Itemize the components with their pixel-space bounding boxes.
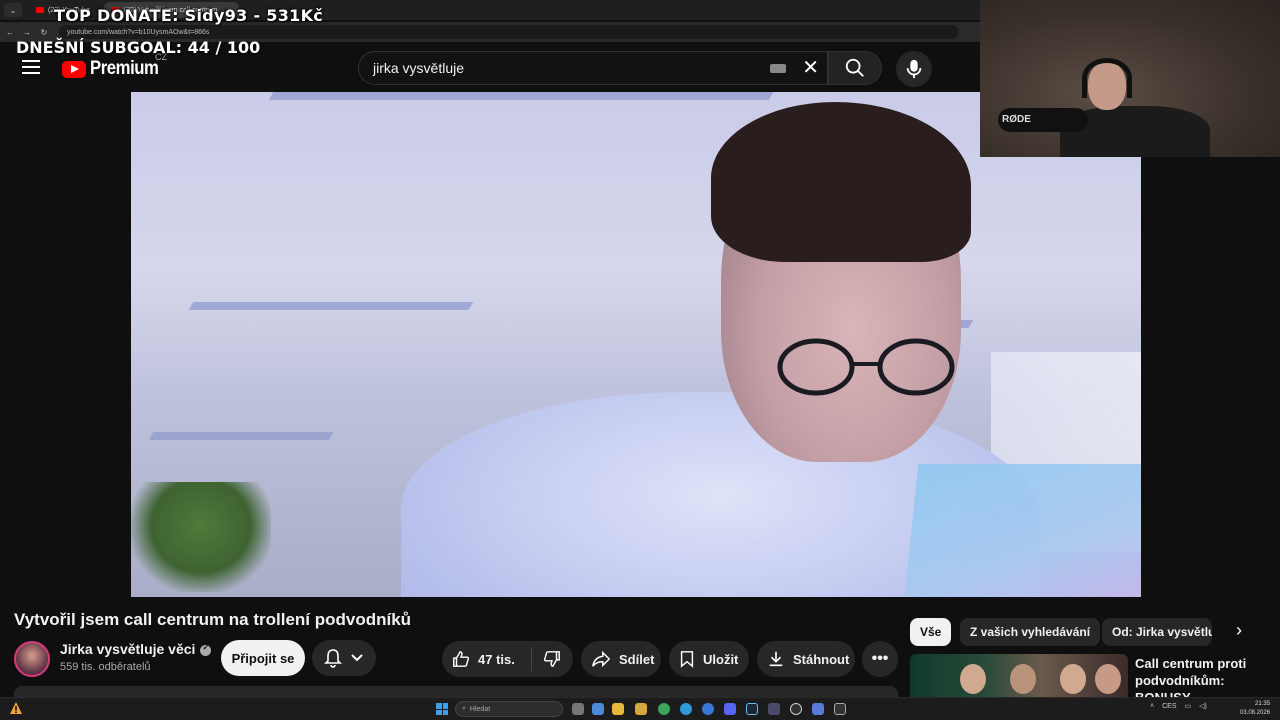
bell-icon [324,649,342,668]
search-value: jirka vysvětluje [373,60,465,76]
share-label: Sdílet [619,651,655,667]
video-frame-detail [903,464,1141,597]
verified-icon [200,643,212,656]
search-button[interactable] [828,51,882,85]
app-icon[interactable] [702,703,714,715]
subgoal-overlay: DNEŠNÍ SUBGOAL: 44 / 100 [16,38,261,57]
keyboard-icon[interactable] [770,63,787,73]
share-button[interactable]: Sdílet [581,641,661,677]
steam-icon[interactable] [746,703,758,715]
chevron-down-icon [351,654,363,662]
windows-taskbar: ⌕ Hledat ˄ CES ▭ ◁) 21:35 03.08.2026 [0,697,1280,720]
like-count: 47 tis. [478,651,515,667]
video-frame-detail [777,338,955,396]
thumbnail-detail [1060,664,1086,694]
url-field[interactable]: youtube.com/watch?v=b10UysmAOw&t=866s [59,25,959,39]
channel-avatar[interactable] [14,641,50,677]
youtube-play-icon [62,60,86,78]
download-label: Stáhnout [793,651,850,667]
video-player[interactable] [131,92,1141,597]
menu-icon[interactable] [22,60,40,74]
file-explorer-icon[interactable] [612,703,624,715]
volume-icon[interactable]: ◁) [1199,702,1207,710]
notification-button[interactable] [312,640,376,676]
video-title: Vytvořil jsem call centrum na trollení p… [14,610,412,629]
more-icon: ••• [871,650,889,667]
taskbar-search[interactable]: ⌕ Hledat [455,701,563,717]
edge-icon[interactable] [680,703,692,715]
obs-icon[interactable] [790,703,802,715]
files-icon[interactable] [635,703,647,715]
microphone-icon [906,59,922,79]
like-button[interactable]: 47 tis. [442,647,532,671]
thumbs-up-icon [453,651,470,667]
video-frame-detail [268,92,774,100]
more-actions-button[interactable]: ••• [862,641,898,677]
warning-icon[interactable] [9,701,23,715]
mic-brand-label: RØDE [1002,114,1031,125]
thumbnail-detail [1010,664,1036,694]
windows-start-icon[interactable] [436,703,448,715]
share-icon [592,650,611,668]
thumbs-down-icon [543,651,560,667]
url-text: youtube.com/watch?v=b10UysmAOw&t=866s [67,28,210,36]
network-icon[interactable]: ▭ [1185,702,1192,710]
thumbnail-detail [960,664,986,694]
clear-search-icon[interactable]: ✕ [802,58,819,78]
tab-list-button[interactable]: ⌄ [4,3,22,17]
channel-name-text: Jirka vysvětluje věci [60,641,196,657]
video-frame-detail [148,432,334,440]
forward-icon[interactable]: → [20,28,34,37]
webcam-overlay: RØDE [980,0,1280,157]
headphones-detail [1082,58,1132,98]
app-icon[interactable] [768,703,780,715]
search-icon: ⌕ [462,705,466,712]
back-icon[interactable]: ← [3,28,17,37]
dislike-button[interactable] [532,650,572,668]
channel-name[interactable]: Jirka vysvětluje věci [60,641,212,657]
chip-all[interactable]: Vše [910,618,952,646]
discord-icon[interactable] [724,703,736,715]
save-label: Uložit [703,651,739,667]
chrome-icon[interactable] [658,703,670,715]
language-indicator[interactable]: CES [1162,703,1176,710]
app-icon[interactable] [834,703,846,715]
save-button[interactable]: Uložit [669,641,749,677]
logo-text: Premium [90,58,159,79]
thumbnail-detail [1095,664,1121,694]
youtube-logo[interactable]: Premium [62,58,168,80]
search-input[interactable]: jirka vysvětluje ✕ [358,51,828,85]
subscriber-count: 559 tis. odběratelů [60,661,151,673]
task-view-icon[interactable] [572,703,584,715]
youtube-favicon-icon [36,7,44,13]
chip-from-searches[interactable]: Z vašich vyhledávání [960,618,1101,646]
voice-search-button[interactable] [896,51,932,87]
clock-time: 21:35 [1255,701,1271,707]
video-frame-detail [188,302,474,310]
top-donate-overlay: TOP DONATE: Sidy93 - 531Kč [54,6,324,25]
chevron-right-icon[interactable]: › [1228,620,1250,644]
widgets-icon[interactable] [592,703,604,715]
clock-date: 03.08.2026 [1240,710,1271,716]
download-button[interactable]: Stáhnout [757,641,855,677]
system-tray[interactable]: ˄ CES ▭ ◁) [1150,702,1207,711]
download-icon [769,651,783,667]
join-button[interactable]: Připojit se [221,640,305,676]
reload-icon[interactable]: ↻ [37,28,51,37]
bookmark-icon [680,651,694,668]
app-icon[interactable] [812,703,824,715]
search-icon [845,58,864,77]
tray-expand-icon[interactable]: ˄ [1150,703,1154,710]
taskbar-search-placeholder: Hledat [469,705,491,713]
video-frame-detail [131,482,271,592]
like-dislike-group: 47 tis. [442,641,573,677]
taskbar-clock[interactable]: 21:35 03.08.2026 [1240,700,1270,718]
chip-from-channel[interactable]: Od: Jirka vysvětluje [1102,618,1212,646]
video-frame-detail [711,102,971,262]
